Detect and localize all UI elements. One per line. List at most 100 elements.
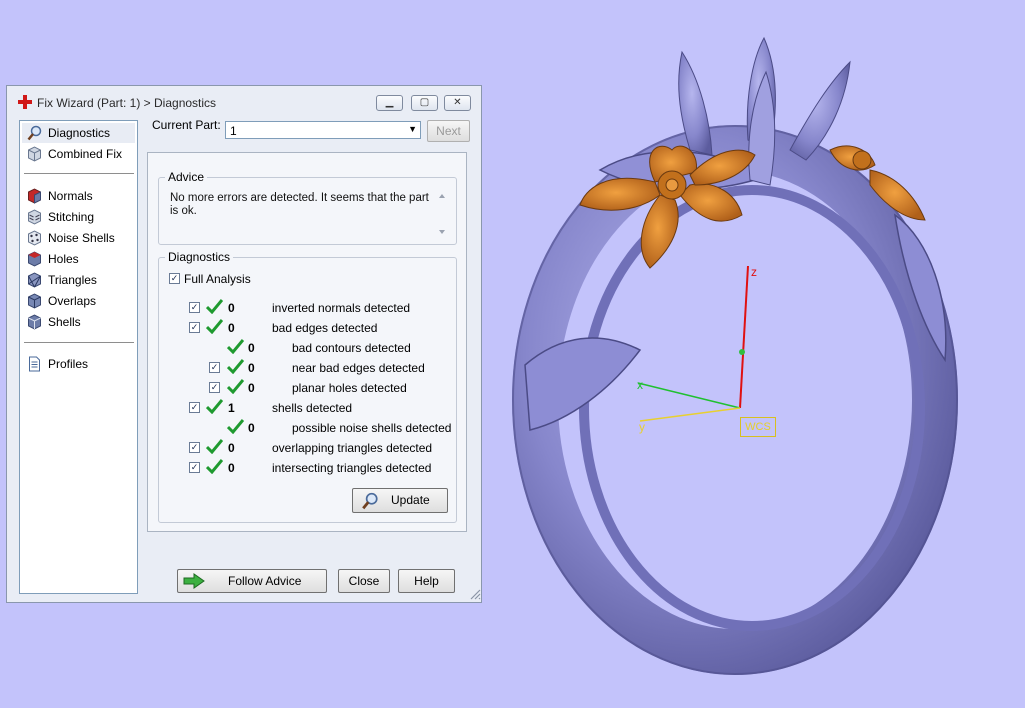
nav-item-normals[interactable]: Normals [22, 186, 135, 206]
nav-label: Triangles [48, 273, 97, 287]
prong-3 [789, 60, 851, 161]
nav-item-stitching[interactable]: Stitching [22, 207, 135, 227]
nav-separator [24, 342, 134, 343]
title-bar[interactable]: Fix Wizard (Part: 1) > Diagnostics ▁ ▢ ✕ [7, 86, 481, 116]
advice-title: Advice [165, 170, 208, 184]
follow-advice-button[interactable]: Follow Advice [177, 569, 327, 593]
intersecting-triangles-label: intersecting triangles detected [272, 461, 432, 475]
wizard-nav: Diagnostics Combined Fix Normals Stitchi… [19, 120, 138, 594]
nav-item-overlaps[interactable]: Overlaps [22, 291, 135, 311]
next-button[interactable]: Next [427, 120, 470, 142]
close-window-button[interactable]: ✕ [444, 95, 471, 111]
overlaps-cube-icon [28, 293, 41, 309]
bad-contours-label: bad contours detected [292, 341, 411, 355]
bad-edges-count: 0 [228, 321, 235, 335]
nav-label: Stitching [48, 210, 95, 224]
resize-grip-icon[interactable] [469, 588, 481, 600]
bad-edges-label: bad edges detected [272, 321, 378, 335]
update-button[interactable]: Update [352, 488, 448, 513]
current-part-select[interactable]: 1 ▼ [225, 121, 421, 139]
nav-item-combined-fix[interactable]: Combined Fix [22, 144, 135, 164]
planar-holes-checkbox[interactable]: ✓ [209, 382, 220, 393]
shells-checkbox[interactable]: ✓ [189, 402, 200, 413]
fix-wizard-dialog: Fix Wizard (Part: 1) > Diagnostics ▁ ▢ ✕… [6, 85, 482, 603]
advice-text: No more errors are detected. It seems th… [170, 192, 429, 217]
window-title: Fix Wizard (Part: 1) > Diagnostics [37, 96, 217, 110]
nav-item-holes[interactable]: Holes [22, 249, 135, 269]
nav-item-shells[interactable]: Shells [22, 312, 135, 332]
ring-band-inner [579, 185, 925, 631]
current-part-label: Current Part: [152, 118, 221, 132]
advice-scrollbar[interactable] [436, 190, 448, 238]
axis-z-line [739, 265, 749, 409]
noise-shells-icon [28, 230, 41, 246]
ring-band-outer [512, 125, 958, 675]
nav-item-diagnostics[interactable]: Diagnostics [22, 123, 135, 143]
check-mark-icon [227, 379, 244, 394]
flower-main [579, 145, 756, 269]
nav-label: Diagnostics [48, 126, 111, 140]
full-analysis-checkbox[interactable]: ✓ [169, 273, 180, 284]
axis-y-line [639, 407, 741, 422]
close-button[interactable]: Close [338, 569, 390, 593]
maximize-button[interactable]: ▢ [411, 95, 438, 111]
holes-cube-icon [28, 251, 41, 267]
cube-icon [28, 146, 41, 162]
normals-cube-icon [28, 188, 41, 204]
check-mark-icon [227, 339, 244, 354]
check-mark-icon [206, 459, 223, 474]
overlapping-triangles-label: overlapping triangles detected [272, 441, 433, 455]
check-mark-icon [206, 299, 223, 314]
inverted-normals-label: inverted normals detected [272, 301, 411, 315]
check-mark-icon [227, 419, 244, 434]
overlapping-triangles-checkbox[interactable]: ✓ [189, 442, 200, 453]
inverted-normals-checkbox[interactable]: ✓ [189, 302, 200, 313]
check-mark-icon [206, 319, 223, 334]
follow-advice-label: Follow Advice [228, 574, 302, 588]
overlapping-triangles-count: 0 [228, 441, 235, 455]
axis-z-label: z [751, 265, 757, 279]
chevron-down-icon: ▼ [408, 124, 417, 134]
axis-x-label: x [637, 378, 643, 392]
axis-x-line [637, 382, 741, 409]
help-button[interactable]: Help [398, 569, 455, 593]
nav-item-triangles[interactable]: Triangles [22, 270, 135, 290]
red-cross-icon [18, 95, 32, 109]
diagnostics-title: Diagnostics [165, 250, 234, 264]
shells-label: shells detected [272, 401, 353, 415]
inverted-normals-count: 0 [228, 301, 235, 315]
near-bad-edges-count: 0 [248, 361, 255, 375]
axis-y-label: y [639, 420, 645, 434]
planar-holes-count: 0 [248, 381, 255, 395]
wcs-label: WCS [740, 417, 776, 437]
nav-label: Holes [48, 252, 79, 266]
planar-holes-label: planar holes detected [292, 381, 407, 395]
nav-item-noise-shells[interactable]: Noise Shells [22, 228, 135, 248]
bad-edges-checkbox[interactable]: ✓ [189, 322, 200, 333]
nav-label: Combined Fix [48, 147, 123, 161]
minimize-button[interactable]: ▁ [376, 95, 403, 111]
nav-item-profiles[interactable]: Profiles [22, 354, 135, 374]
arrow-right-icon [183, 573, 205, 589]
nav-label: Normals [48, 189, 93, 203]
triangles-cube-icon [28, 272, 41, 288]
near-bad-edges-label: near bad edges detected [292, 361, 425, 375]
magnifier-icon [362, 492, 378, 510]
shells-cube-icon [28, 314, 41, 330]
nav-label: Profiles [48, 357, 89, 371]
update-label: Update [391, 493, 430, 507]
noise-shells-label: possible noise shells detected [292, 421, 452, 435]
check-mark-icon [206, 439, 223, 454]
check-mark-icon [227, 359, 244, 374]
document-icon [29, 356, 40, 372]
nav-label: Noise Shells [48, 231, 115, 245]
near-bad-edges-checkbox[interactable]: ✓ [209, 362, 220, 373]
intersecting-triangles-checkbox[interactable]: ✓ [189, 462, 200, 473]
stitching-cube-icon [28, 209, 41, 225]
full-analysis-label: Full Analysis [184, 272, 251, 286]
bad-contours-count: 0 [248, 341, 255, 355]
magnifier-icon [27, 125, 42, 141]
axis-origin-marker [739, 349, 745, 355]
intersecting-triangles-count: 0 [228, 461, 235, 475]
current-part-value: 1 [230, 124, 237, 138]
